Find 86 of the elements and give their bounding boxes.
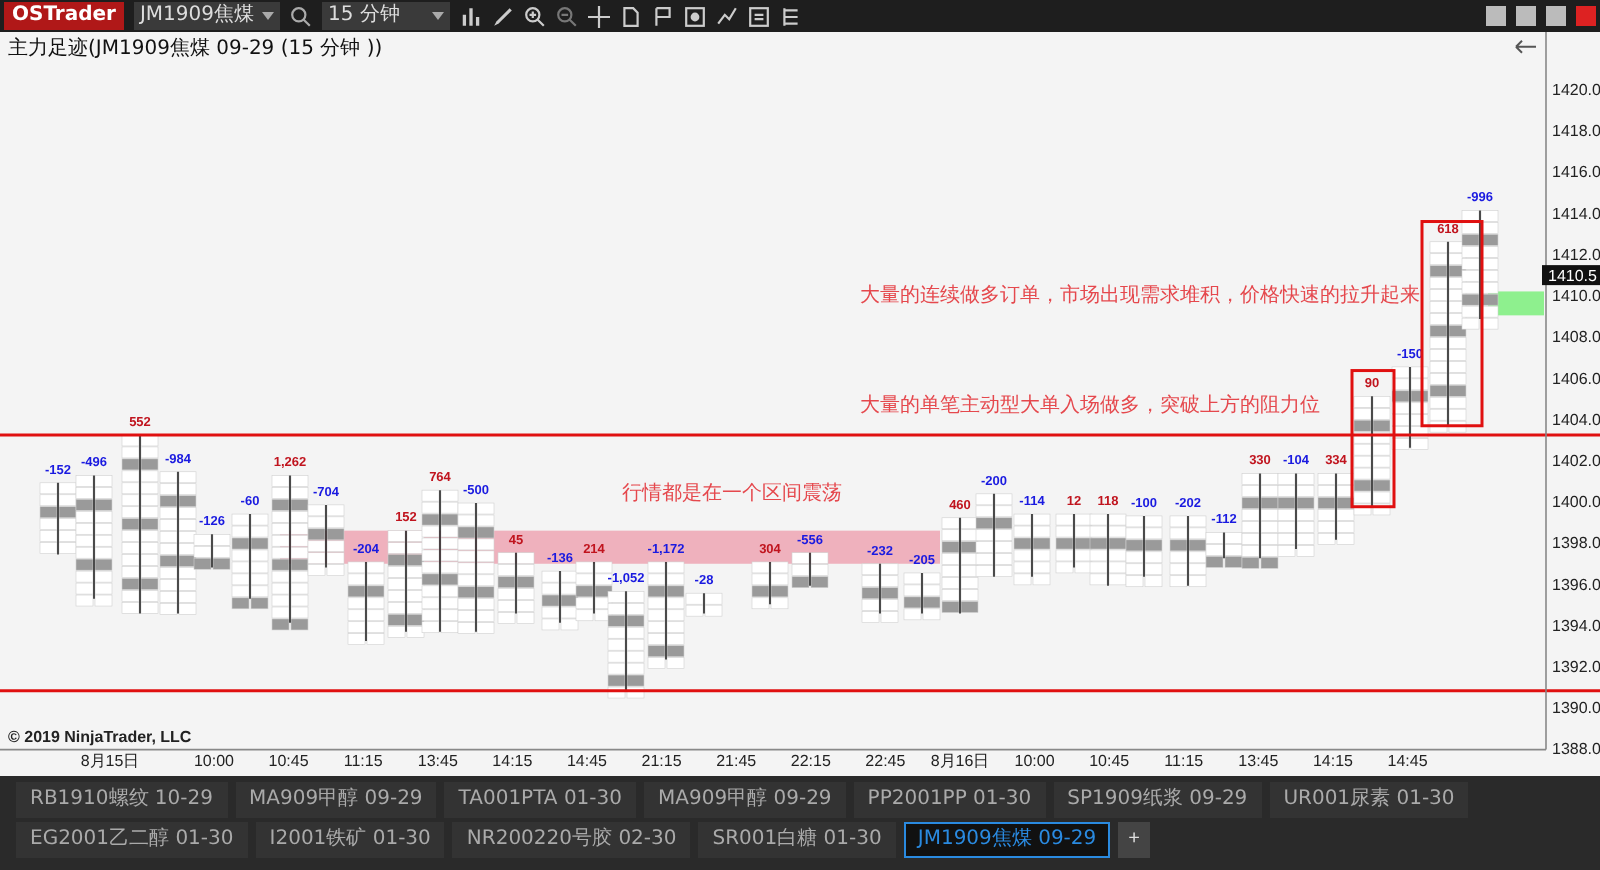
price-label: 1402.0	[1552, 452, 1600, 470]
price-label: 1412.0	[1552, 245, 1600, 264]
price-label: 1406.0	[1552, 369, 1600, 388]
zoom-in-icon[interactable]	[524, 5, 547, 27]
footprint-bar	[1125, 515, 1163, 587]
instrument-tab[interactable]: NR200220号胶 02-30	[452, 822, 691, 858]
time-label: 8月15日	[80, 752, 140, 771]
footprint-bar	[541, 570, 579, 631]
current-price-tag: 1410.5	[1542, 265, 1600, 286]
time-label: 10:00	[1014, 752, 1055, 771]
bar-chart-icon[interactable]	[460, 5, 483, 27]
app-logo: OSTrader	[4, 2, 124, 30]
time-label: 21:45	[716, 752, 757, 771]
price-label: 1394.0	[1552, 616, 1600, 635]
price-label: 1390.0	[1552, 699, 1600, 718]
price-label: 1388.0	[1552, 740, 1600, 759]
caret-icon	[262, 12, 275, 20]
time-label: 21:15	[641, 752, 682, 771]
price-label: 1414.0	[1552, 204, 1600, 223]
time-label: 14:45	[566, 752, 608, 771]
time-label: 10:45	[268, 752, 309, 771]
footprint-bar	[1013, 513, 1051, 586]
annotation-text: 大量的连续做多订单，市场出现需求堆积，价格快速的拉升起来	[860, 284, 1420, 307]
time-label: 22:45	[865, 752, 906, 771]
price-label: 1416.0	[1552, 163, 1600, 182]
frame-icon[interactable]	[684, 5, 707, 27]
footprint-bar	[1277, 472, 1315, 557]
price-label: 1398.0	[1552, 534, 1600, 553]
footprint-bar	[861, 562, 899, 623]
instrument-tab[interactable]: RB1910螺纹 10-29	[16, 782, 227, 818]
chart-title: 主力足迹(JM1909焦煤 09-29 (15 分钟 ))	[8, 38, 383, 61]
footprint-bar	[347, 561, 385, 645]
add-tab-button[interactable]: +	[1118, 822, 1150, 858]
price-label: 1418.0	[1552, 122, 1600, 141]
instrument-tab[interactable]: MA909甲醇 09-29	[644, 782, 846, 818]
instrument-tab[interactable]: SR001白糖 01-30	[698, 822, 896, 858]
time-label: 13:45	[1238, 752, 1279, 771]
time-label: 14:15	[1312, 752, 1354, 771]
time-label: 11:15	[1164, 752, 1204, 771]
price-label: 1404.0	[1552, 410, 1600, 429]
copyright-text: © 2019 NinjaTrader, LLC	[8, 728, 192, 747]
caret-icon	[432, 12, 445, 20]
instrument-tab[interactable]: EG2001乙二醇 01-30	[16, 822, 248, 858]
price-label: 1420.0	[1552, 81, 1600, 100]
tile-button[interactable]	[1486, 6, 1506, 26]
crosshair-icon[interactable]	[588, 5, 611, 27]
instrument-tab[interactable]: TA001PTA 01-30	[444, 782, 636, 818]
search-icon[interactable]	[290, 5, 313, 27]
time-label: 11:15	[343, 752, 383, 771]
zoom-out-icon[interactable]	[556, 5, 579, 27]
interval-dropdown[interactable]: 15 分钟	[322, 2, 451, 30]
instrument-tab[interactable]: MA909甲醇 09-29	[235, 782, 437, 818]
back-arrow-icon[interactable]	[1515, 39, 1537, 54]
instrument-tab[interactable]: SP1909纸浆 09-29	[1053, 782, 1262, 818]
footprint-bar	[751, 561, 789, 610]
footprint-bar	[975, 493, 1013, 578]
instrument-tab[interactable]: I2001铁矿 01-30	[255, 822, 445, 858]
footprint-bar	[421, 489, 459, 633]
footprint-bar	[1055, 513, 1093, 574]
time-label: 22:15	[790, 752, 831, 771]
properties-icon[interactable]	[780, 5, 803, 27]
time-label: 14:45	[1387, 752, 1428, 771]
instrument-tab[interactable]: JM1909焦煤 09-29	[903, 822, 1111, 858]
footprint-bar	[387, 529, 425, 638]
flag-icon[interactable]	[652, 5, 675, 27]
pencil-icon[interactable]	[492, 5, 515, 27]
price-label: 1396.0	[1552, 575, 1600, 594]
price-label: 1410.0	[1552, 287, 1600, 306]
footprint-bar	[1089, 513, 1127, 587]
instrument-dropdown[interactable]: JM1909焦煤	[133, 2, 281, 30]
list-icon[interactable]	[748, 5, 771, 27]
price-label: 1408.0	[1552, 328, 1600, 347]
price-label: 1392.0	[1552, 658, 1600, 677]
document-icon[interactable]	[620, 5, 643, 27]
time-label: 14:15	[492, 752, 533, 771]
annotation-text: 行情都是在一个区间震荡	[622, 483, 842, 506]
footprint-bar	[791, 551, 829, 588]
time-label: 10:45	[1089, 752, 1130, 771]
price-label: 1400.0	[1552, 493, 1600, 512]
time-label: 8月16日	[930, 752, 990, 771]
line-chart-icon[interactable]	[716, 5, 739, 27]
time-label: 13:45	[417, 752, 458, 771]
time-label: 10:00	[193, 752, 235, 771]
annotation-text: 大量的单笔主动型大单入场做多，突破上方的阻力位	[860, 395, 1320, 418]
instrument-tab[interactable]: PP2001PP 01-30	[853, 782, 1046, 818]
instrument-tab[interactable]: UR001尿素 01-30	[1269, 782, 1469, 818]
